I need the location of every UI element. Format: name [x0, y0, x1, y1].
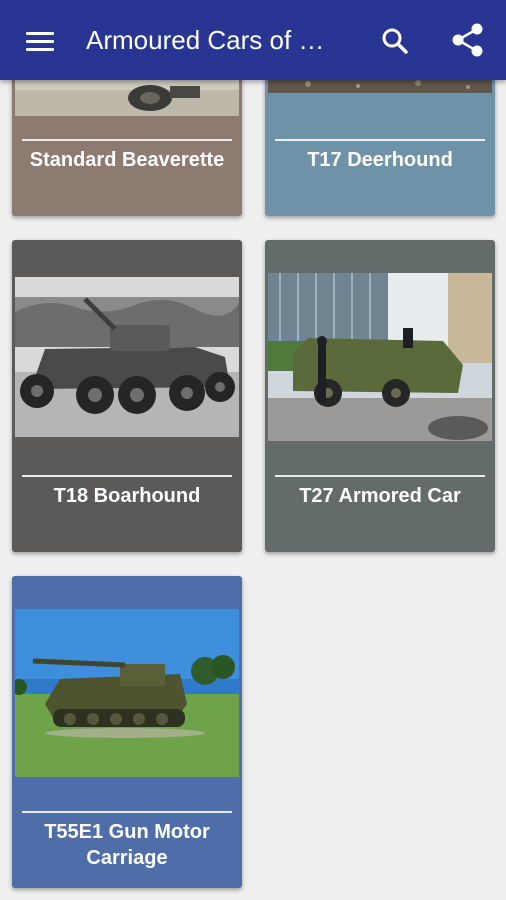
card-t55e1-gun-motor-carriage[interactable]: T55E1 Gun Motor Carriage — [12, 576, 242, 888]
vehicle-photo — [268, 273, 492, 441]
share-icon[interactable] — [448, 20, 488, 60]
page-title: Armoured Cars of World War II — [86, 25, 336, 55]
card-title: T18 Boarhound — [53, 485, 201, 507]
vehicle-photo — [15, 609, 239, 777]
card-title: Standard Beaverette — [29, 149, 225, 171]
card-title: T17 Deerhound — [307, 149, 453, 171]
card-t18-boarhound[interactable]: T18 Boarhound — [12, 240, 242, 552]
card-t27-armored-car[interactable]: T27 Armored Car — [265, 240, 495, 552]
search-icon[interactable] — [378, 24, 412, 58]
card-title: T55E1 Gun Motor Carriage — [44, 821, 210, 869]
app-toolbar: Armoured Cars of World War II — [0, 0, 506, 80]
vehicle-photo — [15, 277, 239, 437]
vehicle-grid: Standard Beaverette T17 Deerhound T18 Bo… — [0, 0, 506, 900]
hamburger-menu-icon[interactable] — [20, 24, 60, 58]
card-title: T27 Armored Car — [299, 485, 461, 507]
